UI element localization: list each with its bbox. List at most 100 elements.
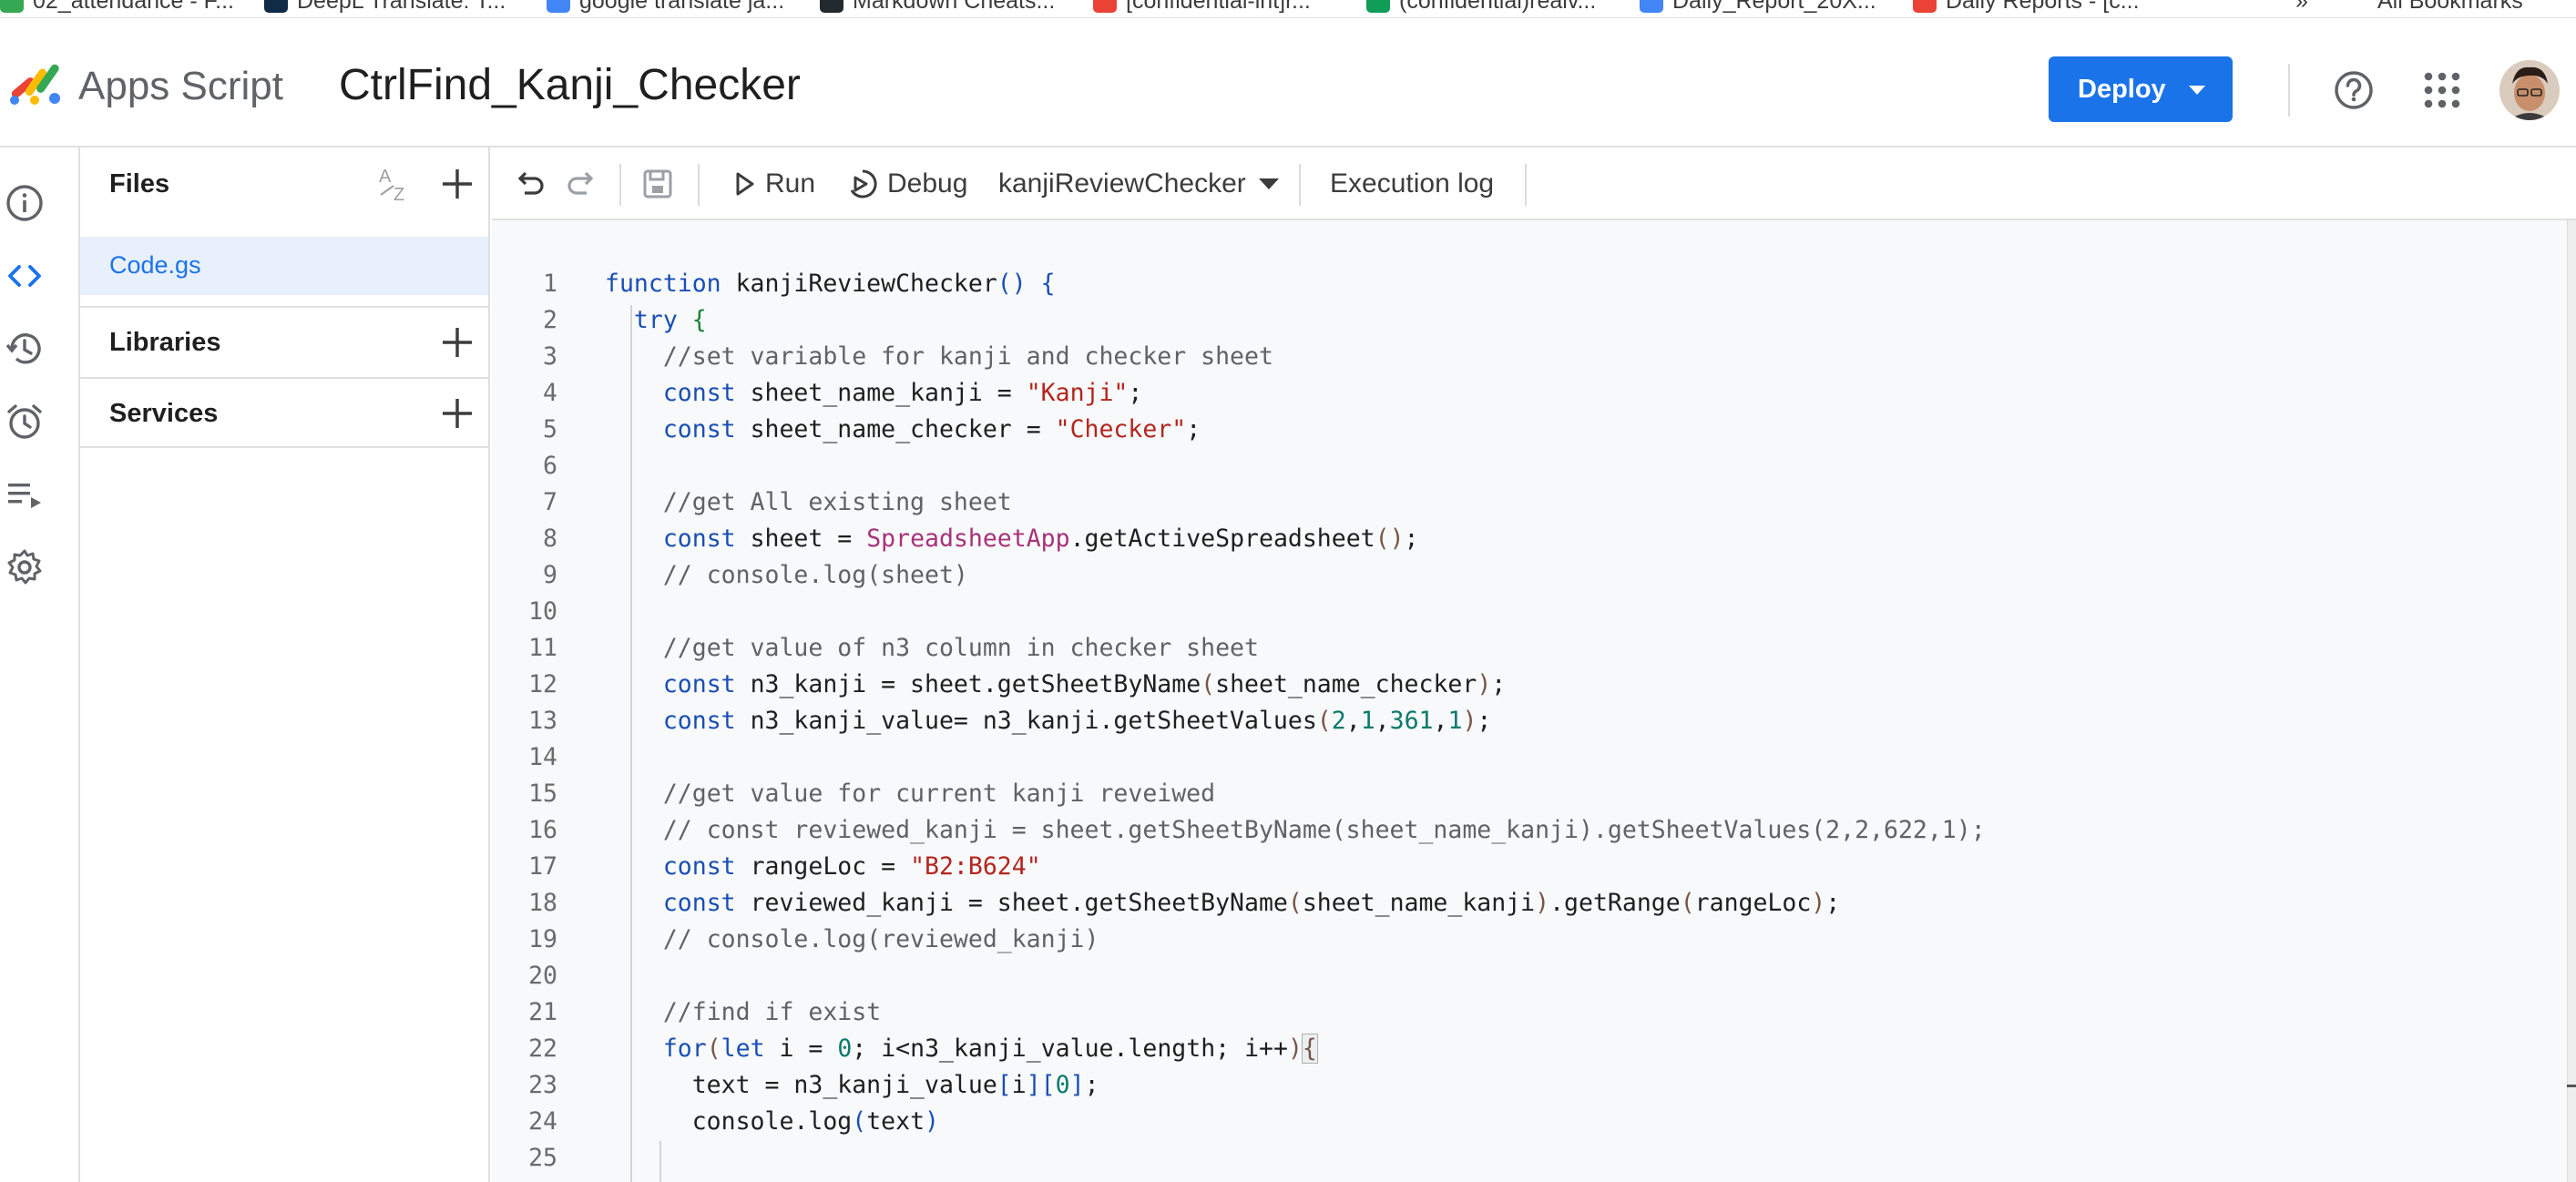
save-icon[interactable]	[639, 166, 676, 202]
user-avatar[interactable]	[2499, 60, 2560, 120]
line-number: 5	[543, 415, 557, 443]
code-line[interactable]: 9 // console.log(sheet)	[492, 557, 2569, 594]
code-line[interactable]: 7 //get All existing sheet	[492, 484, 2569, 521]
code-line[interactable]: 10	[492, 594, 2569, 630]
code-token: // console.log(reviewed_kanji)	[662, 925, 1099, 953]
code-text: // const reviewed_kanji = sheet.getSheet…	[605, 812, 1986, 849]
app-header: Apps Script CtrlFind_Kanji_Checker Deplo…	[0, 18, 2576, 148]
code-line[interactable]: 18 const reviewed_kanji = sheet.getSheet…	[492, 885, 2569, 922]
bookmark-item[interactable]: »	[2295, 0, 2308, 15]
function-select-value: kanjiReviewChecker	[998, 168, 1246, 199]
code-line[interactable]: 22 for(let i = 0; i<n3_kanji_value.lengt…	[492, 1031, 2569, 1067]
code-token: ;	[1128, 379, 1143, 407]
add-library-icon[interactable]	[439, 324, 475, 361]
code-line[interactable]: 13 const n3_kanji_value= n3_kanji.getShe…	[492, 703, 2569, 739]
line-number: 2	[543, 306, 557, 334]
code-token: 1	[1447, 707, 1463, 735]
redo-icon[interactable]	[563, 166, 599, 202]
bookmark-item[interactable]: Markdown Cheats...	[820, 0, 1055, 15]
settings-icon[interactable]	[0, 543, 49, 592]
code-line[interactable]: 3 //set variable for kanji and checker s…	[492, 339, 2569, 375]
triggers-icon[interactable]	[0, 397, 49, 446]
add-file-icon[interactable]	[439, 166, 475, 202]
sort-az-icon[interactable]: A Z	[377, 164, 417, 204]
code-token: 0	[837, 1034, 853, 1063]
bookmark-label: DeepL Translate: T...	[297, 0, 506, 14]
code-token: () {	[997, 270, 1056, 298]
execution-log-button[interactable]: Execution log	[1330, 166, 1494, 202]
bookmark-item[interactable]: (confidential)realv...	[1366, 0, 1596, 15]
file-item-code-gs[interactable]: Code.gs	[80, 237, 488, 295]
code-token: 0	[1055, 1071, 1070, 1099]
bookmark-item[interactable]: [confidential-int]r...	[1093, 0, 1311, 15]
code-token: ;	[1825, 889, 1841, 917]
code-line[interactable]: 23 text = n3_kanji_value[i][0];	[492, 1067, 2569, 1104]
code-token: ,	[1345, 707, 1361, 735]
editor-scrollbar[interactable]	[2567, 220, 2576, 1182]
bookmark-item[interactable]: 02_attendance - F...	[0, 0, 234, 15]
code-line[interactable]: 15 //get value for current kanji reveiwe…	[492, 776, 2569, 812]
run-button[interactable]: Run	[734, 166, 815, 202]
bookmark-item[interactable]: All Bookmarks	[2377, 0, 2523, 15]
code-token: //get value for current kanji reveiwed	[662, 780, 1216, 808]
code-line[interactable]: 17 const rangeLoc = "B2:B624"	[492, 849, 2569, 885]
line-number: 20	[528, 962, 557, 990]
code-token: //find if exist	[662, 998, 882, 1026]
code-line[interactable]: 14	[492, 739, 2569, 776]
bookmark-item[interactable]: Daily_Report_20X...	[1640, 0, 1876, 15]
code-line[interactable]: 24 console.log(text)	[492, 1104, 2569, 1140]
history-icon[interactable]	[0, 324, 49, 373]
code-line[interactable]: 8 const sheet = SpreadsheetApp.getActive…	[492, 521, 2569, 557]
bookmark-favicon-icon	[1366, 0, 1390, 13]
code-editor[interactable]: 1 function kanjiReviewChecker() {2 try {3…	[492, 220, 2569, 1182]
code-text: const n3_kanji_value= n3_kanji.getSheetV…	[605, 703, 1492, 739]
code-token: ;	[1491, 670, 1507, 698]
code-line[interactable]: 1 function kanjiReviewChecker() {	[492, 266, 2569, 302]
bookmark-item[interactable]: google translate ja...	[547, 0, 784, 15]
deploy-button[interactable]: Deploy	[2049, 56, 2233, 122]
help-icon[interactable]	[2334, 70, 2374, 110]
code-line[interactable]: 16 // const reviewed_kanji = sheet.getSh…	[492, 812, 2569, 849]
code-line[interactable]: 5 const sheet_name_checker = "Checker";	[492, 412, 2569, 448]
code-token: ]	[1069, 1071, 1085, 1099]
line-number: 19	[528, 925, 557, 953]
line-number: 14	[528, 743, 557, 771]
bookmark-favicon-icon	[547, 0, 570, 13]
apps-script-logo-icon[interactable]	[7, 62, 67, 107]
line-number: 4	[543, 379, 557, 407]
debug-icon	[850, 169, 877, 199]
function-select[interactable]: kanjiReviewChecker	[998, 166, 1281, 202]
project-title[interactable]: CtrlFind_Kanji_Checker	[339, 60, 801, 110]
code-line[interactable]: 4 const sheet_name_kanji = "Kanji";	[492, 375, 2569, 412]
deploy-label: Deploy	[2078, 74, 2166, 104]
code-line[interactable]: 21 //find if exist	[492, 994, 2569, 1031]
svg-text:Z: Z	[394, 185, 404, 204]
bookmark-label: [confidential-int]r...	[1126, 0, 1311, 14]
code-token: for	[662, 1034, 707, 1063]
debug-button[interactable]: Debug	[847, 166, 967, 202]
bookmark-item[interactable]: DeepL Translate: T...	[264, 0, 506, 15]
bookmark-label: All Bookmarks	[2377, 0, 2523, 14]
code-line[interactable]: 6	[492, 448, 2569, 484]
file-label: Code.gs	[109, 251, 201, 279]
executions-icon[interactable]	[0, 470, 49, 519]
google-apps-icon[interactable]	[2423, 71, 2461, 109]
code-line[interactable]: 2 try {	[492, 302, 2569, 339]
bookmark-item[interactable]: Daily Reports - [c...	[1913, 0, 2140, 15]
code-line[interactable]: 12 const n3_kanji = sheet.getSheetByName…	[492, 667, 2569, 703]
code-line[interactable]: 11 //get value of n3 column in checker s…	[492, 630, 2569, 667]
code-token: ][	[1026, 1071, 1056, 1099]
add-service-icon[interactable]	[439, 395, 475, 432]
code-token: sheet_name_checker	[1215, 670, 1477, 698]
editor-icon[interactable]	[0, 251, 49, 301]
chevron-down-icon[interactable]	[2189, 86, 2205, 95]
files-title: Files	[109, 169, 170, 199]
overview-icon[interactable]	[0, 178, 49, 228]
code-line[interactable]: 25	[492, 1140, 2569, 1177]
undo-icon[interactable]	[512, 166, 548, 202]
code-line[interactable]: 20	[492, 958, 2569, 994]
code-line[interactable]: 19 // console.log(reviewed_kanji)	[492, 922, 2569, 958]
